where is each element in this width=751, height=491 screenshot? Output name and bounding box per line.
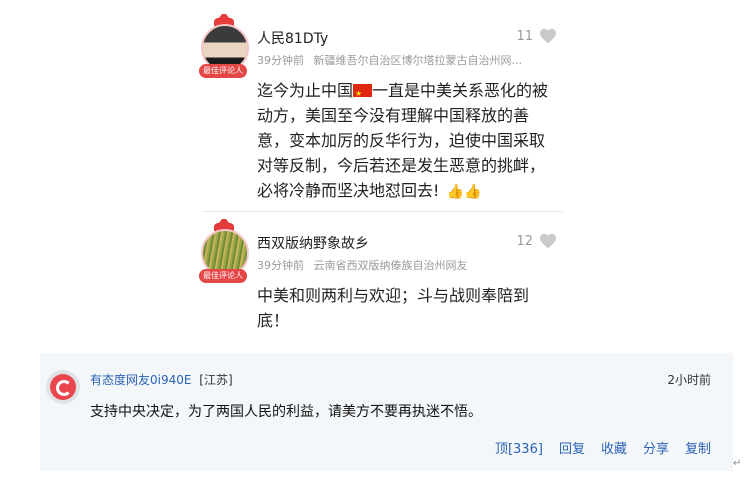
china-flag-icon [353,81,373,106]
post-user-info: 有态度网友0i940E [江苏] [90,371,233,388]
avatar[interactable] [46,370,80,404]
comment-body: 中美和则两利与欢迎；斗与战则奉陪到底！ [257,286,530,330]
comment-screenshot-card: 最佳评论人 人民81DTy 11 39分钟前 新疆维吾尔自治区博尔塔拉蒙古自治州… [193,8,563,350]
like-count: 12 [516,233,533,249]
post-text: 支持中央决定，为了两国人民的利益，请美方不要再执迷不悟。 [90,404,482,420]
best-commenter-badge: 最佳评论人 [199,269,247,283]
best-commenter-badge: 最佳评论人 [199,64,247,78]
post-time: 2小时前 [667,373,711,387]
comment-text-part1: 迄今为止中国 [257,81,354,100]
user-logo-icon [50,374,76,400]
reply-button[interactable]: 回复 [559,438,585,457]
divider [203,211,563,212]
comment-meta: 39分钟前 云南省西双版纳傣族自治州网友 [257,257,557,273]
commenter-name[interactable]: 人民81DTy [257,28,328,48]
post-region: [江苏] [199,373,233,387]
post-actions: 顶[336] 回复 收藏 分享 复制 [495,438,711,457]
avatar-wrap[interactable]: 最佳评论人 [199,219,249,283]
avatar-wrap[interactable]: 最佳评论人 [199,14,249,78]
comment-meta: 39分钟前 新疆维吾尔自治区博尔塔拉蒙古自治州网... [257,52,557,68]
collect-button[interactable]: 收藏 [601,438,627,457]
heart-icon[interactable] [539,28,557,44]
forum-post: 有态度网友0i940E [江苏] 2小时前 支持中央决定，为了两国人民的利益，请… [40,353,733,471]
comment-location: 云南省西双版纳傣族自治州网友 [313,259,468,272]
like-control[interactable]: 12 [516,233,557,249]
comment-location: 新疆维吾尔自治区博尔塔拉蒙古自治州网... [313,54,523,67]
paragraph-mark: ↵ [733,458,742,469]
post-nickname[interactable]: 有态度网友0i940E [90,373,191,387]
like-control[interactable]: 11 [516,28,557,44]
share-button[interactable]: 分享 [643,438,669,457]
commenter-name[interactable]: 西双版纳野象故乡 [257,233,369,253]
like-count: 11 [516,28,533,44]
upvote-button[interactable]: 顶[336] [495,438,543,457]
thumbs-up-emoji: 👍👍 [446,184,482,200]
comment-time: 39分钟前 [257,54,304,67]
comment-time: 39分钟前 [257,259,304,272]
copy-button[interactable]: 复制 [685,438,711,457]
heart-icon[interactable] [539,233,557,249]
comment-body: 迄今为止中国一直是中美关系恶化的被动方，美国至今没有理解中国释放的善意，变本加厉… [257,78,557,205]
